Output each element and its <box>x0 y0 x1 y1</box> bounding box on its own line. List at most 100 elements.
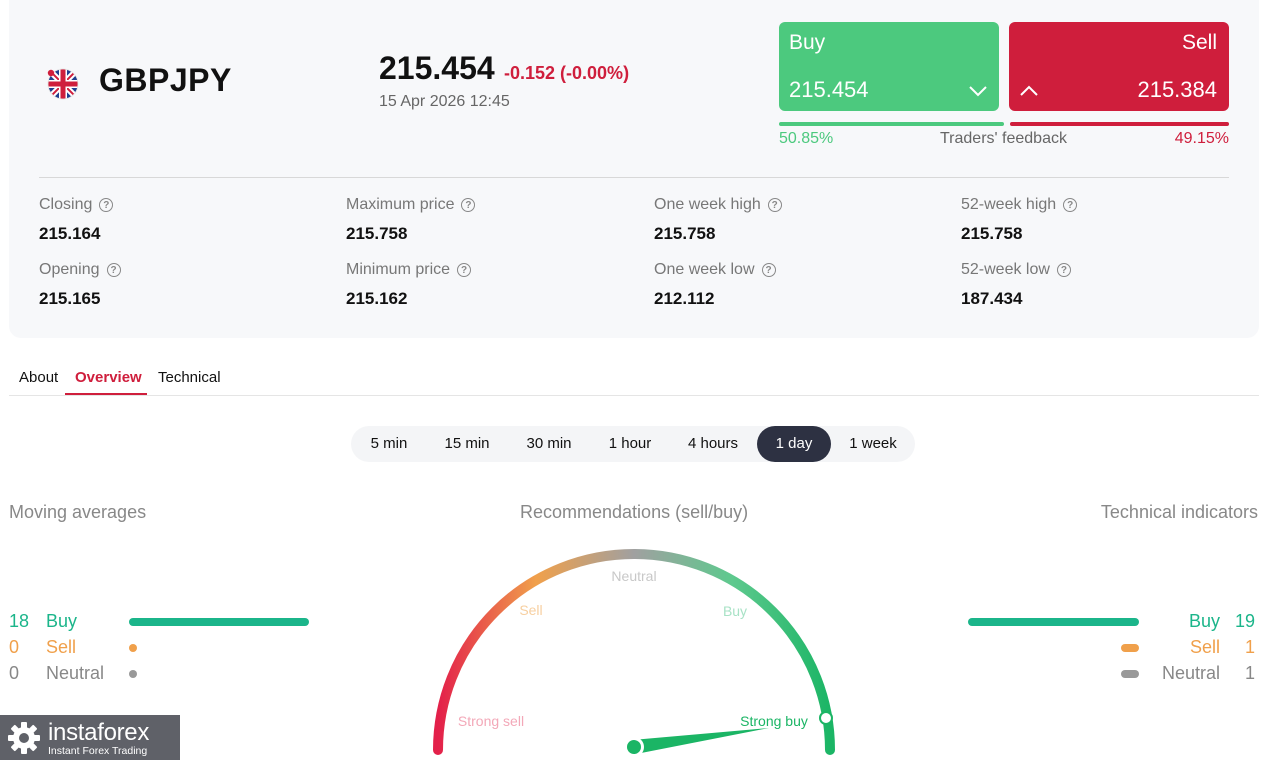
logo-tagline: Instant Forex Trading <box>48 745 148 757</box>
stat-label: Opening <box>39 261 100 278</box>
moving-averages-title: Moving averages <box>9 502 147 522</box>
chevron-down-icon <box>969 86 987 97</box>
help-icon[interactable]: ? <box>767 198 782 212</box>
ma-neutral-label: Neutral <box>46 663 105 683</box>
period-1-week[interactable]: 1 week <box>835 426 911 462</box>
stat-minimum-price: Minimum price? 215.162 <box>346 261 472 309</box>
ma-buy-label: Buy <box>46 611 78 631</box>
ti-neutral-bar <box>1121 670 1139 678</box>
ma-sell-count: 0 <box>9 637 20 657</box>
stat-label: One week low <box>654 261 755 278</box>
stat-one-week-low: One week low? 212.112 <box>654 261 776 309</box>
period-selector: 5 min 15 min 30 min 1 hour 4 hours 1 day… <box>351 426 915 462</box>
recommendation-gauge: Neutral Sell Buy Strong sell Strong buy <box>433 549 835 757</box>
period-1-hour[interactable]: 1 hour <box>591 426 669 462</box>
ma-neutral-row: 0 Neutral <box>9 663 129 684</box>
help-icon[interactable]: ? <box>99 198 114 212</box>
technical-indicators-title: Technical indicators <box>1100 502 1258 522</box>
help-icon[interactable]: ? <box>106 263 121 277</box>
tab-about[interactable]: About <box>19 369 58 386</box>
ti-sell-count: 1 <box>1244 637 1255 657</box>
ma-neutral-dot <box>129 670 137 678</box>
gauge-label-strong-buy: Strong buy <box>740 713 808 729</box>
gauge-needle <box>632 728 769 754</box>
ti-buy-row: Buy 19 <box>1150 611 1255 632</box>
stat-label: Minimum price <box>346 261 451 278</box>
stat-one-week-high: One week high? 215.758 <box>654 196 782 244</box>
ti-buy-bar <box>968 618 1139 626</box>
stat-value: 215.758 <box>654 224 716 243</box>
stat-closing: Closing? 215.164 <box>39 196 114 244</box>
sell-button-label: Sell <box>1181 31 1217 54</box>
active-tab-indicator <box>65 393 147 395</box>
logo-brand: instaforex <box>48 719 150 746</box>
current-price: 215.454 <box>379 50 495 86</box>
stat-value: 187.434 <box>961 289 1023 308</box>
period-5-min[interactable]: 5 min <box>355 426 423 462</box>
ma-sell-dot <box>129 644 137 652</box>
stat-value: 215.165 <box>39 289 101 308</box>
gauge-label-buy: Buy <box>723 603 747 619</box>
gauge-label-neutral: Neutral <box>611 568 656 584</box>
buy-button-label: Buy <box>789 31 826 54</box>
tab-overview[interactable]: Overview <box>75 369 142 386</box>
price-change: -0.152 (-0.00%) <box>504 63 630 83</box>
ti-neutral-label: Neutral <box>1161 663 1220 683</box>
tab-bar: About Overview Technical <box>9 360 1259 396</box>
gauge-label-strong-sell: Strong sell <box>458 713 524 729</box>
ti-sell-row: Sell 1 <box>1150 637 1255 658</box>
buy-price: 215.454 <box>789 77 869 102</box>
tab-technical[interactable]: Technical <box>158 369 221 386</box>
help-icon[interactable]: ? <box>461 198 476 212</box>
stat-label: Maximum price <box>346 196 455 213</box>
instrument-symbol: GBPJPY <box>99 62 232 98</box>
feedback-label: Traders' feedback <box>940 130 1067 147</box>
instaforex-logo[interactable]: instaforex Instant Forex Trading <box>0 715 180 760</box>
help-icon[interactable]: ? <box>761 263 776 277</box>
stat-label: Closing <box>39 196 93 213</box>
feedback-buy-bar <box>779 122 1004 126</box>
chevron-up-icon <box>1020 85 1038 96</box>
stat-opening: Opening? 215.165 <box>39 261 121 309</box>
help-icon[interactable]: ? <box>457 263 472 277</box>
ti-neutral-row: Neutral 1 <box>1150 663 1255 684</box>
feedback-sell-bar <box>1010 122 1229 126</box>
period-15-min[interactable]: 15 min <box>427 426 507 462</box>
ti-neutral-count: 1 <box>1244 663 1255 683</box>
stat-label: 52-week high <box>961 196 1057 213</box>
ma-sell-label: Sell <box>46 637 77 657</box>
ma-buy-row: 18 Buy <box>9 611 129 632</box>
buy-button[interactable]: Buy 215.454 <box>779 22 999 111</box>
ma-neutral-count: 0 <box>9 663 20 683</box>
period-30-min[interactable]: 30 min <box>509 426 589 462</box>
ti-buy-label: Buy <box>1188 611 1220 631</box>
stat-value: 215.164 <box>39 224 101 243</box>
stat-value: 215.162 <box>346 289 408 308</box>
feedback-buy-percent: 50.85% <box>779 130 834 147</box>
help-icon[interactable]: ? <box>1063 198 1078 212</box>
stat-52-week-high: 52-week high? 215.758 <box>961 196 1078 244</box>
gauge-marker <box>819 711 833 725</box>
ti-sell-bar <box>1121 644 1139 652</box>
stat-label: 52-week low <box>961 261 1050 278</box>
help-icon[interactable]: ? <box>1056 263 1071 277</box>
period-4-hours[interactable]: 4 hours <box>673 426 753 462</box>
recommendations-title: Recommendations (sell/buy) <box>520 502 749 522</box>
ma-buy-count: 18 <box>9 611 30 631</box>
gear-logo-icon <box>8 722 40 754</box>
stat-label: One week high <box>654 196 761 213</box>
uk-flag-icon <box>47 68 79 100</box>
period-1-day[interactable]: 1 day <box>757 426 831 462</box>
ti-sell-label: Sell <box>1189 637 1220 657</box>
stat-maximum-price: Maximum price? 215.758 <box>346 196 476 244</box>
stat-value: 215.758 <box>961 224 1023 243</box>
ti-buy-count: 19 <box>1234 611 1255 631</box>
stat-value: 212.112 <box>654 289 715 308</box>
gauge-label-sell: Sell <box>519 602 542 618</box>
feedback-sell-percent: 49.15% <box>1174 130 1229 147</box>
divider <box>39 177 1229 178</box>
sell-button[interactable]: Sell 215.384 <box>1009 22 1229 111</box>
ma-buy-bar <box>129 618 309 626</box>
stat-value: 215.758 <box>346 224 408 243</box>
sell-price: 215.384 <box>1137 77 1217 102</box>
